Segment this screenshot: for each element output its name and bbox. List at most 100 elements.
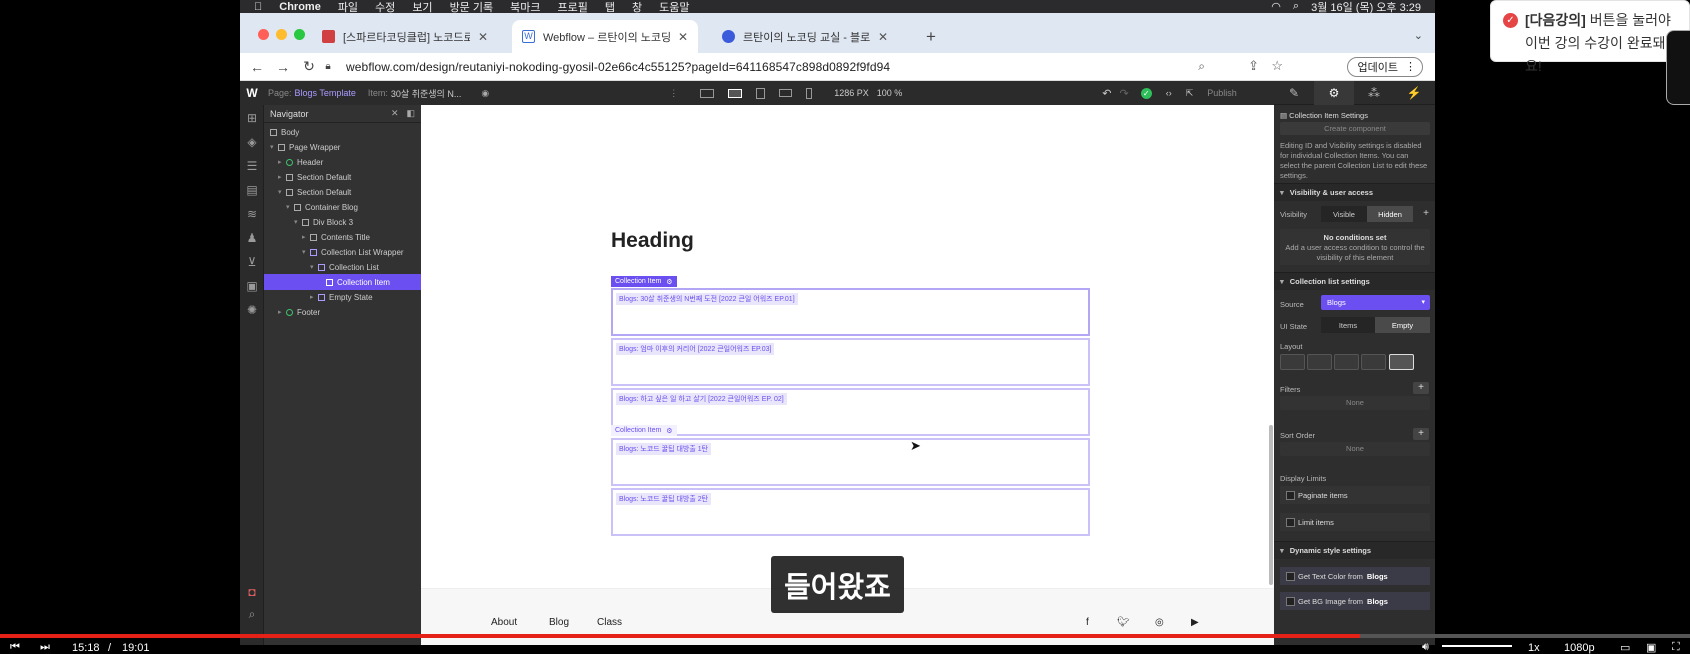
collection-item-text[interactable]: Blogs: 하고 싶은 일 하고 살기 [2022 큰일어워즈 EP. 02]: [616, 393, 787, 405]
window-zoom-icon[interactable]: [294, 29, 305, 40]
nav-item-body[interactable]: Body: [264, 124, 421, 140]
navigator-layers-icon[interactable]: ☰: [245, 159, 259, 173]
fullscreen-icon[interactable]: ⛶: [1672, 641, 1680, 654]
users-icon[interactable]: ♟: [245, 231, 259, 245]
code-icon[interactable]: ‹›: [1166, 88, 1172, 98]
status-wifi-icon[interactable]: ◠: [1271, 0, 1281, 13]
collection-item-text[interactable]: Blogs: 엄마 이후의 커리어 [2022 큰일어워즈 EP.03]: [616, 343, 775, 355]
caret-down-icon[interactable]: ▾: [286, 203, 294, 211]
symbols-cube-icon[interactable]: ◈: [245, 135, 259, 149]
publish-button[interactable]: Publish: [1207, 88, 1237, 98]
ui-state-empty-option[interactable]: Empty: [1375, 317, 1430, 333]
add-condition-plus-icon[interactable]: +: [1423, 208, 1429, 219]
more-dots-icon[interactable]: ⋮: [669, 88, 678, 99]
twitter-icon[interactable]: 🐦︎: [1117, 617, 1130, 628]
star-icon[interactable]: ☆: [1271, 58, 1283, 74]
layout-grid-4-icon[interactable]: [1334, 354, 1359, 370]
add-sort-plus-icon[interactable]: +: [1413, 428, 1429, 440]
page-selector[interactable]: Blogs Template: [295, 88, 356, 98]
volume-icon[interactable]: 🔊︎: [1422, 641, 1429, 654]
paginate-items-checkbox[interactable]: Paginate items: [1280, 486, 1430, 504]
playback-speed[interactable]: 1x: [1528, 642, 1540, 654]
source-select[interactable]: Blogs ▾: [1321, 295, 1430, 310]
settings-gear-tab-icon[interactable]: ⚙: [1314, 81, 1354, 105]
settings-gear-icon[interactable]: ✺: [245, 303, 259, 317]
breakpoint-mobile-icon[interactable]: [806, 87, 813, 99]
nav-item-div-block-3[interactable]: ▾ Div Block 3: [264, 214, 421, 230]
browser-tab-3[interactable]: 르탄이의 노코딩 교실 - 블로그 - 30 ✕: [712, 20, 898, 53]
menubar-app-name[interactable]: Chrome: [279, 1, 321, 13]
tab-close-icon[interactable]: ✕: [470, 30, 488, 44]
canvas-width[interactable]: 1286 PX: [834, 88, 869, 98]
lightning-icon[interactable]: ⚡: [1394, 81, 1434, 105]
kebab-menu-icon[interactable]: ⋮: [1405, 60, 1416, 73]
window-close-icon[interactable]: [258, 29, 269, 40]
caret-right-icon[interactable]: ▸: [278, 308, 286, 316]
canvas-scrollbar[interactable]: [1269, 425, 1273, 585]
limit-items-checkbox[interactable]: Limit items: [1280, 513, 1430, 531]
tab-close-icon[interactable]: ✕: [870, 30, 888, 44]
facebook-icon[interactable]: f: [1086, 617, 1089, 628]
visibility-visible-option[interactable]: Visible: [1321, 206, 1367, 222]
reload-icon[interactable]: ↻: [296, 58, 322, 75]
search-icon[interactable]: ⌕: [245, 607, 259, 621]
nav-item-empty-state[interactable]: ▸ Empty State: [264, 289, 421, 305]
caret-right-icon[interactable]: ▸: [310, 293, 318, 301]
badge-gear-icon[interactable]: ⚙: [666, 427, 672, 435]
browser-tab-2[interactable]: W Webflow – 르탄이의 노코딩 교실 C ✕: [512, 20, 698, 53]
layout-grid-2-icon[interactable]: [1280, 354, 1305, 370]
nav-item-collection-list[interactable]: ▾ Collection List: [264, 259, 421, 275]
layout-list-icon[interactable]: [1389, 354, 1414, 370]
url-field[interactable]: webflow.com/design/reutaniyi-nokoding-gy…: [346, 60, 890, 74]
collection-item-4[interactable]: Blogs: 노코드 꿀팁 대방출 1탄: [611, 438, 1090, 486]
create-component-button[interactable]: Create component: [1280, 122, 1430, 135]
next-icon[interactable]: ⏭: [40, 641, 50, 654]
youtube-icon[interactable]: ▶: [1191, 617, 1199, 628]
footer-link-class[interactable]: Class: [597, 617, 622, 628]
visibility-hidden-option[interactable]: Hidden: [1367, 206, 1413, 222]
preview-eye-icon[interactable]: ◉: [481, 88, 489, 99]
volume-slider[interactable]: [1442, 645, 1512, 647]
caret-right-icon[interactable]: ▸: [302, 233, 310, 241]
ui-state-items-option[interactable]: Items: [1321, 317, 1375, 333]
instagram-icon[interactable]: ◎: [1155, 617, 1164, 628]
export-icon[interactable]: ⇱: [1186, 88, 1194, 99]
caret-right-icon[interactable]: ▸: [278, 173, 286, 181]
text-color-binding[interactable]: Get Text Color from Blogs: [1280, 567, 1430, 585]
audit-icon[interactable]: ◘: [245, 585, 259, 599]
tab-close-icon[interactable]: ✕: [670, 30, 688, 44]
undo-icon[interactable]: ↶: [1102, 87, 1111, 100]
collection-item-1[interactable]: Blogs: 30살 취준생의 N번째 도전 [2022 큰일 어워즈 EP.0…: [611, 288, 1090, 336]
breakpoint-landscape-icon[interactable]: [779, 89, 793, 97]
collection-item-3[interactable]: Blogs: 하고 싶은 일 하고 살기 [2022 큰일어워즈 EP. 02]: [611, 388, 1090, 436]
nav-item-contents-title[interactable]: ▸ Contents Title: [264, 229, 421, 245]
canvas-zoom[interactable]: 100 %: [877, 88, 903, 98]
apple-icon[interactable]: : [254, 1, 262, 13]
side-drawer-tab[interactable]: [1666, 30, 1690, 105]
nav-item-footer[interactable]: ▸ Footer: [264, 304, 421, 320]
pages-icon[interactable]: ▤: [245, 183, 259, 197]
redo-icon[interactable]: ↷: [1119, 87, 1128, 100]
navigator-dock-icon[interactable]: ◧: [406, 108, 415, 119]
tab-search-chevron-icon[interactable]: ⌄: [1414, 29, 1423, 42]
new-tab-plus-icon[interactable]: +: [926, 27, 936, 47]
breakpoint-large-icon[interactable]: [700, 88, 715, 98]
footer-link-about[interactable]: About: [491, 617, 517, 628]
cms-database-icon[interactable]: ≋: [245, 207, 259, 221]
nav-item-container-blog[interactable]: ▾ Container Blog: [264, 199, 421, 215]
assets-image-icon[interactable]: ▣: [245, 279, 259, 293]
forward-arrow-icon[interactable]: →: [270, 59, 296, 75]
video-quality[interactable]: 1080p: [1564, 642, 1595, 654]
breakpoint-tablet-icon[interactable]: [756, 87, 766, 99]
share-icon[interactable]: ⇪: [1248, 58, 1259, 74]
nav-item-collection-list-wrapper[interactable]: ▾ Collection List Wrapper: [264, 244, 421, 260]
nav-item-page-wrapper[interactable]: ▾ Page Wrapper: [264, 139, 421, 155]
interactions-icon[interactable]: ⁂: [1354, 81, 1394, 105]
nav-item-section-default-2[interactable]: ▾ Section Default: [264, 184, 421, 200]
bg-image-binding[interactable]: Get BG Image from Blogs: [1280, 592, 1430, 610]
caret-right-icon[interactable]: ▸: [278, 158, 286, 166]
caret-down-icon[interactable]: ▾: [302, 248, 310, 256]
badge-gear-icon[interactable]: ⚙: [666, 278, 672, 286]
update-button[interactable]: 업데이트 ⋮: [1346, 57, 1423, 77]
add-plus-icon[interactable]: ⊞: [245, 111, 259, 125]
